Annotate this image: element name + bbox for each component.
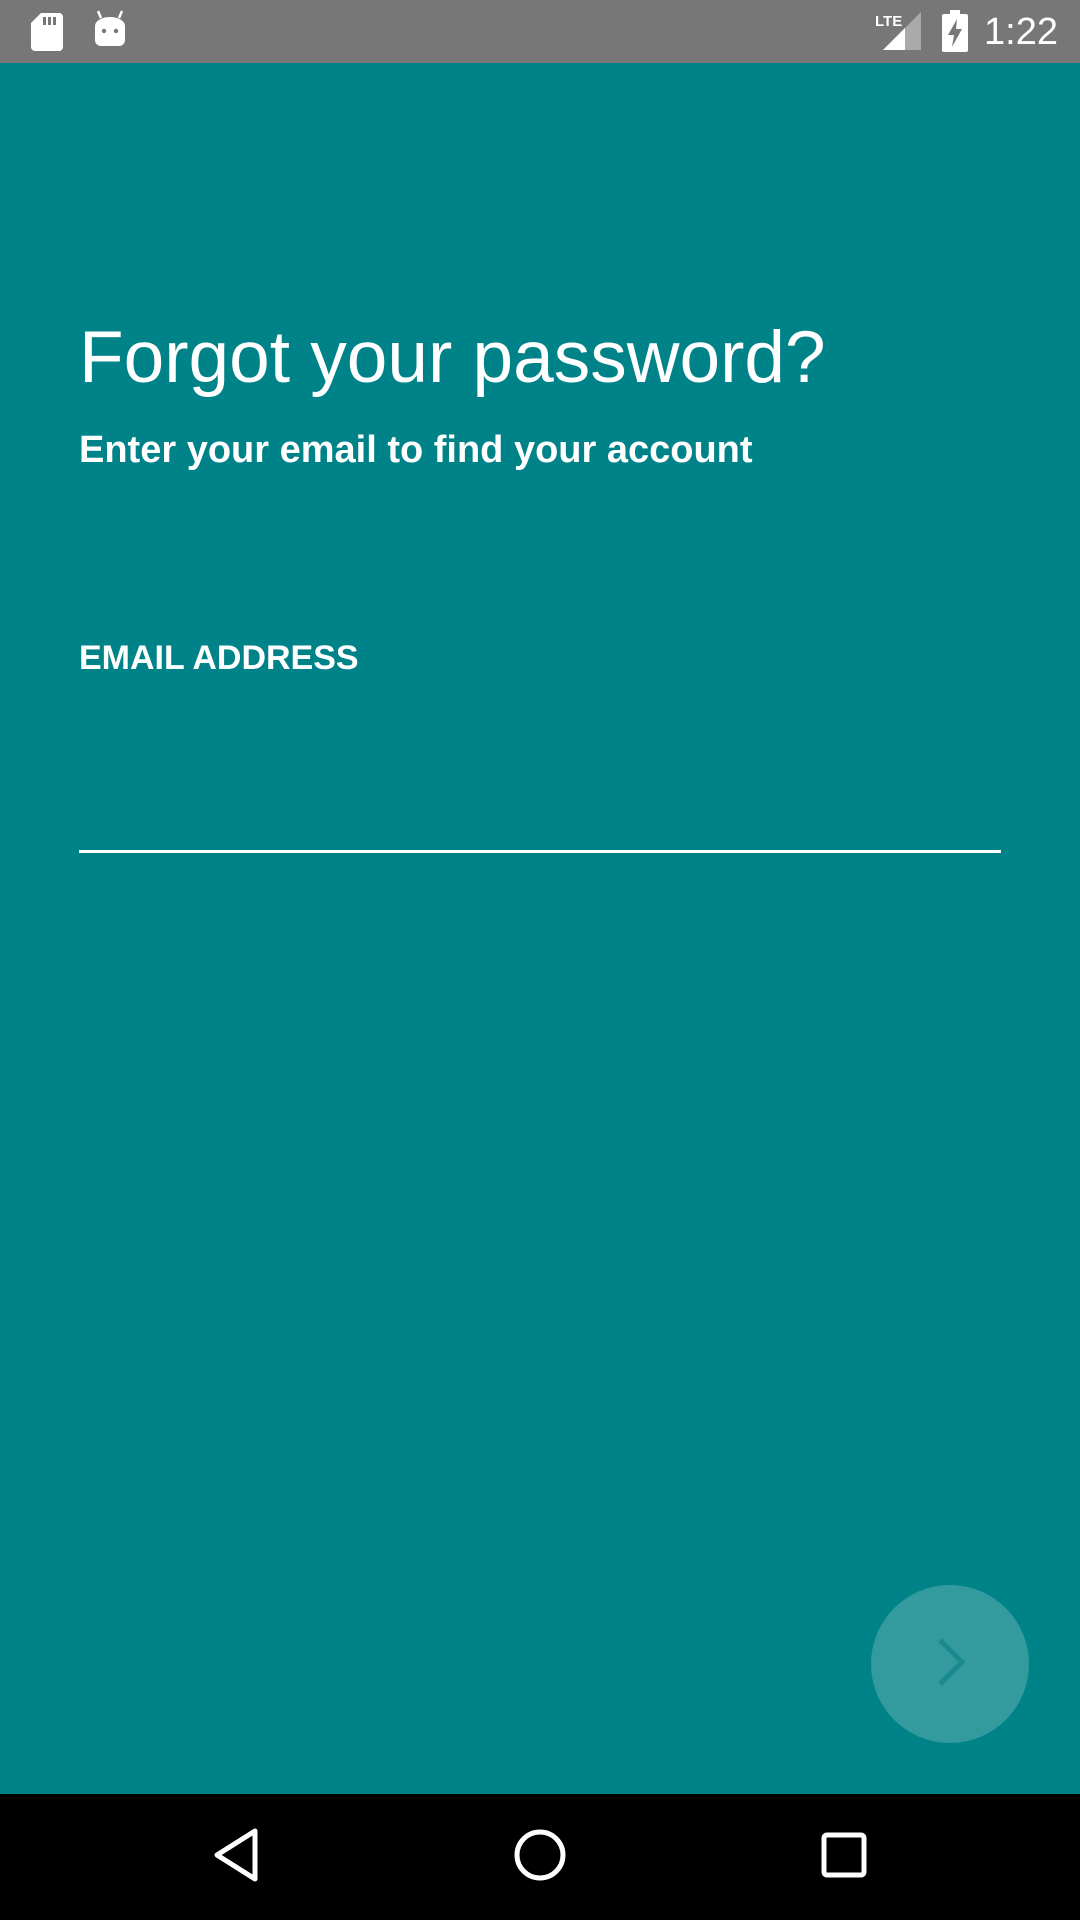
page-subtitle: Enter your email to find your account [79,429,753,471]
forgot-password-screen: Forgot your password? Enter your email t… [0,63,1080,1794]
battery-charging-icon [942,10,968,57]
android-debug-icon [94,10,126,53]
email-field-label: EMAIL ADDRESS [79,639,359,677]
svg-text:LTE: LTE [875,13,902,30]
navigation-bar [0,1794,1080,1920]
back-button[interactable] [166,1794,306,1920]
home-icon [513,1828,567,1887]
status-bar: LTE 1:22 [0,0,1080,63]
lte-signal-icon: LTE [875,10,923,57]
back-icon [211,1827,261,1888]
home-button[interactable] [470,1794,610,1920]
page-title: Forgot your password? [79,317,826,398]
chevron-right-icon [930,1636,970,1693]
email-field[interactable] [79,753,1001,853]
sd-card-icon [31,13,63,56]
status-time: 1:22 [984,11,1058,53]
recents-button[interactable] [774,1794,914,1920]
next-button[interactable] [871,1585,1029,1743]
recents-icon [820,1831,868,1884]
